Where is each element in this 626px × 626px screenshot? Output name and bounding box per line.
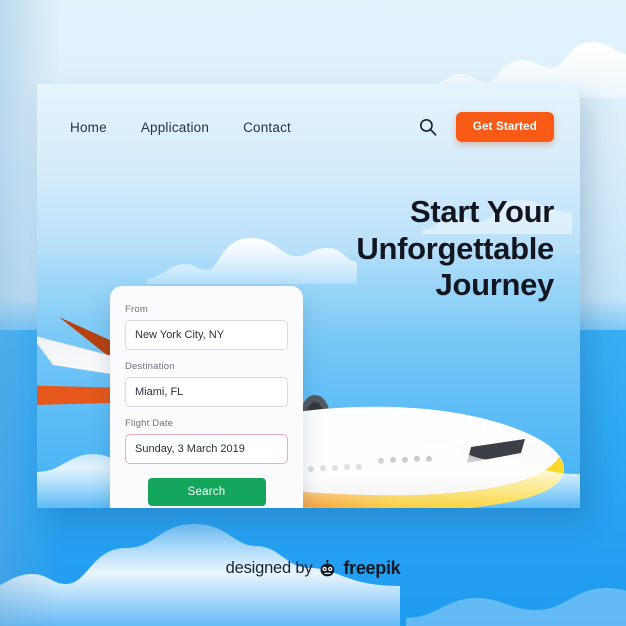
flight-date-input[interactable] — [125, 434, 288, 464]
field-destination: Destination — [125, 361, 288, 407]
field-flight-date: Flight Date — [125, 418, 288, 464]
footer-credit: designed by freepik — [0, 558, 626, 579]
nav-links: Home Application Contact — [70, 120, 291, 135]
field-label-flight-date: Flight Date — [125, 418, 174, 429]
nav-link-contact[interactable]: Contact — [243, 120, 291, 135]
flight-search-form: From Destination Flight Date Search — [110, 286, 303, 508]
nav-link-home[interactable]: Home — [70, 120, 107, 135]
field-label-destination: Destination — [125, 361, 175, 372]
field-from: From — [125, 304, 288, 350]
headline-line-1: Start Your — [410, 194, 554, 229]
freepik-robot-icon — [320, 560, 335, 577]
navbar: Home Application Contact Get Started — [37, 84, 580, 170]
destination-input[interactable] — [125, 377, 288, 407]
search-button[interactable]: Search — [147, 478, 266, 506]
footer-text: designed by — [225, 559, 313, 577]
search-icon[interactable] — [418, 117, 438, 137]
nav-link-application[interactable]: Application — [141, 120, 209, 135]
field-label-from: From — [125, 304, 148, 315]
nav-actions: Get Started — [418, 112, 554, 142]
headline-line-2: Unforgettable — [356, 230, 554, 266]
hero-card: Home Application Contact Get Started Sta… — [37, 84, 580, 508]
from-input[interactable] — [125, 320, 288, 350]
page-root: Home Application Contact Get Started Sta… — [0, 0, 626, 626]
page-title: Start Your Unforgettable Journey — [254, 194, 554, 304]
get-started-button[interactable]: Get Started — [455, 112, 554, 142]
footer-brand: freepik — [343, 558, 401, 578]
